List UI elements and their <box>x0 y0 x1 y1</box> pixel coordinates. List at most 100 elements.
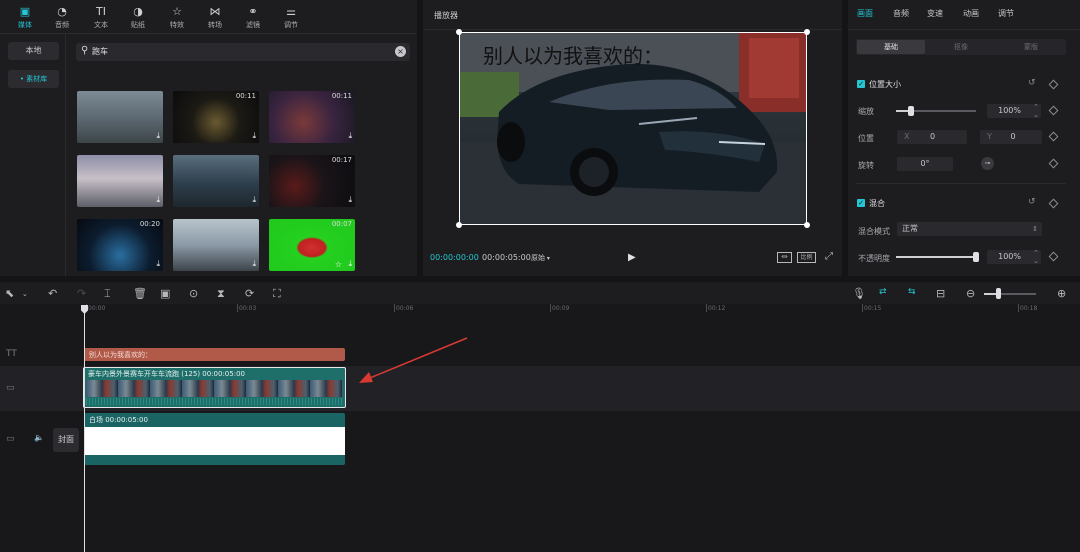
waveform-icon[interactable]: ⏛ <box>777 252 792 263</box>
chevron-down-icon[interactable]: ⌄ <box>22 290 28 298</box>
subtab[interactable]: 蒙版 <box>997 40 1065 54</box>
download-icon[interactable]: ⤓ <box>348 195 352 205</box>
rotate-field[interactable]: 0° <box>897 157 953 171</box>
zoom-out-icon[interactable]: ⊖ <box>966 287 975 300</box>
freeze-icon[interactable]: ▣ <box>160 287 170 300</box>
media-thumbnail[interactable]: ⤓ <box>77 155 163 207</box>
chevron-down-icon: ▾ <box>545 255 550 262</box>
zoom-in-icon[interactable]: ⊕ <box>1057 287 1066 300</box>
blend-checkbox[interactable]: ✓ <box>857 199 865 207</box>
audio-clip[interactable]: 白场 00:00:05:00 <box>84 413 345 465</box>
opacity-slider-track[interactable] <box>896 256 976 258</box>
tab-adjust[interactable]: ⚌ 调节 <box>274 4 308 30</box>
inspector-tab[interactable]: 画面 <box>857 8 873 19</box>
blend-reset-icon[interactable]: ↺ <box>1028 197 1036 207</box>
scale-stepper-icon[interactable]: ⌃ ⌄ <box>1033 103 1039 119</box>
rotate-button[interactable]: ⊸ <box>981 157 994 170</box>
selection-frame <box>459 32 807 225</box>
preview-axis-icon[interactable]: ⊟ <box>936 287 945 300</box>
resize-handle-br[interactable] <box>804 222 810 228</box>
undo-icon[interactable]: ↶ <box>48 287 57 300</box>
subtab[interactable]: 抠像 <box>927 40 995 54</box>
tab-sticker[interactable]: ◑ 贴纸 <box>121 4 155 30</box>
download-icon[interactable]: ⤓ <box>348 131 352 141</box>
reset-icon[interactable]: ↺ <box>1028 78 1036 88</box>
tab-filter[interactable]: ⚭ 滤镜 <box>236 4 270 30</box>
position-y-field[interactable]: Y 0 <box>980 130 1042 144</box>
tab-text[interactable]: TI 文本 <box>84 4 118 30</box>
text-clip[interactable]: 别人以为我喜欢的： <box>84 348 345 361</box>
crop-icon[interactable]: ⛶ <box>273 287 281 301</box>
select-tool-icon[interactable]: ⬉ <box>5 287 14 300</box>
zoom-slider-knob[interactable] <box>996 288 1001 299</box>
tab-media[interactable]: ▣ 媒体 <box>8 4 42 30</box>
opacity-label: 不透明度 <box>858 254 890 263</box>
media-thumbnail[interactable]: 00:07 ☆ ⤓ <box>269 219 355 271</box>
download-icon[interactable]: ⤓ <box>252 131 256 141</box>
media-thumbnail[interactable]: 00:20 ⤓ <box>77 219 163 271</box>
sidebar-item-local[interactable]: 本地 <box>8 42 59 60</box>
fullscreen-icon[interactable]: ⤢ <box>825 251 833 262</box>
blend-mode-select[interactable]: 正常 ⇕ <box>897 222 1042 236</box>
speaker-icon[interactable]: 🔈 <box>34 433 44 442</box>
microphone-icon[interactable]: 🎙 <box>852 287 866 300</box>
download-icon[interactable]: ⤓ <box>252 259 256 269</box>
tab-audio[interactable]: ◔ 音频 <box>45 4 79 30</box>
playhead[interactable] <box>84 306 85 552</box>
redo-icon[interactable]: ↷ <box>77 287 86 300</box>
mirror-icon[interactable]: ⧗ <box>217 287 225 301</box>
download-icon[interactable]: ⤓ <box>156 195 160 205</box>
inspector-tab[interactable]: 变速 <box>927 8 943 19</box>
sidebar-item-library[interactable]: • 素材库 <box>8 70 59 88</box>
media-thumbnail[interactable]: ⤓ <box>77 91 163 143</box>
scale-slider-knob[interactable] <box>908 106 914 116</box>
video-clip[interactable]: 豪车内景外景赛车开车车流跑 (125) 00:00:05:00 <box>83 367 346 408</box>
search-bar[interactable]: ⚲ 跑车 × <box>76 43 410 61</box>
audio-clip-label: 白场 00:00:05:00 <box>89 416 148 424</box>
ratio-dropdown[interactable]: 原始 ▾ <box>531 253 550 263</box>
download-icon[interactable]: ⤓ <box>156 259 160 269</box>
snap-link-icon[interactable]: ⇆ <box>908 287 916 297</box>
ratio-button[interactable]: 比例 <box>797 252 816 263</box>
subtab[interactable]: 基础 <box>857 40 925 54</box>
text-track-icon: TT <box>6 349 17 359</box>
inspector-tab[interactable]: 调节 <box>998 8 1014 19</box>
preview-canvas[interactable]: 别人以为我喜欢的： <box>459 32 807 225</box>
download-icon[interactable]: ⤓ <box>252 195 256 205</box>
resize-handle-tl[interactable] <box>456 29 462 35</box>
clear-search-icon[interactable]: × <box>395 46 406 57</box>
ruler-tick-label: 00:06 <box>396 305 414 312</box>
rotate-icon[interactable]: ⟳ <box>245 287 254 300</box>
download-icon[interactable]: ⤓ <box>156 131 160 141</box>
media-thumbnail[interactable]: ⤓ <box>173 219 259 271</box>
snap-main-icon[interactable]: ⇄ <box>879 287 887 297</box>
inspector-tab[interactable]: 音频 <box>893 8 909 19</box>
favorite-icon[interactable]: ☆ <box>335 260 342 269</box>
audio-track-icon: ▭ <box>6 434 15 444</box>
tab-label: 文本 <box>94 21 108 29</box>
y-value: 0 <box>1010 132 1016 141</box>
media-thumbnail[interactable]: ⤓ <box>173 155 259 207</box>
media-thumbnail[interactable]: 00:17 ⤓ <box>269 155 355 207</box>
opacity-stepper-icon[interactable]: ⌃ ⌄ <box>1033 249 1039 265</box>
delete-icon[interactable]: 🗑 <box>133 287 147 300</box>
position-x-field[interactable]: X 0 <box>897 130 967 144</box>
media-thumbnail[interactable]: 00:11 ⤓ <box>269 91 355 143</box>
resize-handle-bl[interactable] <box>456 222 462 228</box>
position-size-checkbox[interactable]: ✓ <box>857 80 865 88</box>
inspector-tab[interactable]: 动画 <box>963 8 979 19</box>
video-track-icon: ▭ <box>6 383 15 393</box>
play-icon[interactable]: ▶ <box>628 252 636 263</box>
tab-effects[interactable]: ☆ 特效 <box>160 4 194 30</box>
rotate-label: 旋转 <box>858 161 874 170</box>
thumbnail-duration: 00:11 <box>235 92 256 100</box>
reverse-icon[interactable]: ⊙ <box>189 287 198 300</box>
tab-transition[interactable]: ⋈ 转场 <box>198 4 232 30</box>
download-icon[interactable]: ⤓ <box>348 259 352 269</box>
opacity-slider-knob[interactable] <box>973 252 979 262</box>
split-icon[interactable]: ⌶ <box>104 287 111 301</box>
cover-button[interactable]: 封面 <box>53 428 79 452</box>
resize-handle-tr[interactable] <box>804 29 810 35</box>
media-thumbnail[interactable]: 00:11 ⤓ <box>173 91 259 143</box>
search-input[interactable]: 跑车 <box>92 46 108 57</box>
